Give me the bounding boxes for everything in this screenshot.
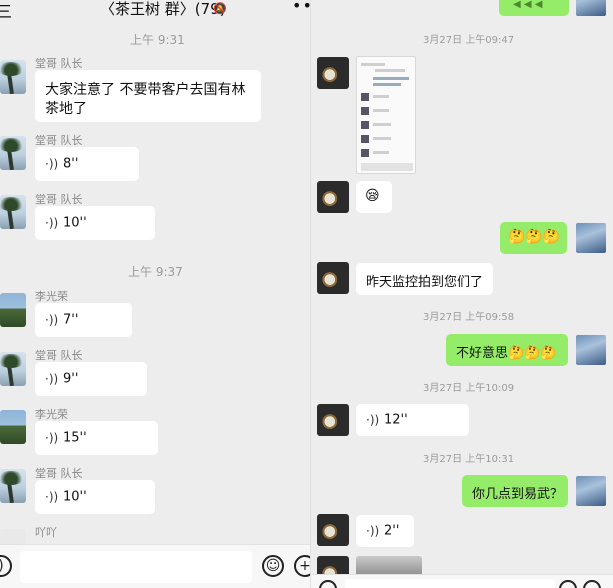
my-avatar[interactable]	[576, 335, 606, 365]
timestamp: 3月27日 上午10:09	[423, 383, 515, 394]
timestamp: 上午 9:37	[128, 265, 183, 279]
avatar[interactable]	[0, 529, 26, 545]
voice-message-bubble[interactable]: ·)) 7''	[35, 303, 132, 337]
voice-duration: 8''	[63, 156, 79, 172]
message-input[interactable]	[345, 579, 555, 588]
avatar[interactable]	[317, 181, 349, 213]
sender-name: 李光荣	[35, 408, 68, 421]
outgoing-message-bubble[interactable]: 不好意思🤔🤔🤔	[446, 334, 568, 366]
avatar[interactable]	[317, 57, 349, 89]
voice-wave-icon: ·))	[45, 157, 59, 171]
voice-message-bubble[interactable]: ·)) 12''	[356, 404, 469, 436]
message-emoji: 😪	[365, 188, 380, 204]
avatar[interactable]	[0, 195, 26, 229]
avatar[interactable]	[317, 404, 349, 436]
voice-duration: 10''	[63, 215, 87, 231]
image-message[interactable]	[356, 556, 422, 576]
timestamp: 上午 9:31	[130, 33, 185, 47]
voice-toggle-icon[interactable]: )	[0, 555, 12, 577]
my-avatar[interactable]	[576, 476, 606, 506]
text-message-bubble[interactable]: 大家注意了 不要带客户去国有林 茶地了	[35, 70, 261, 122]
sender-name: 堂哥 队长	[35, 57, 83, 70]
right-chat-pane: ◀ ◀ ◀ 3月27日 上午09:47 😪 🤔🤔🤔 昨天监控拍到您们了 3月27…	[310, 0, 613, 588]
voice-duration: 10''	[63, 489, 87, 505]
voice-duration: 15''	[63, 430, 87, 446]
voice-wave-icon: ·))	[45, 490, 59, 504]
voice-message-bubble[interactable]: ·)) 10''	[35, 480, 155, 514]
timestamp: 3月27日 上午09:47	[423, 35, 515, 46]
sender-name: 堂哥 队长	[35, 467, 83, 480]
input-bar: ) ☺ +	[0, 544, 310, 588]
voice-toggle-icon[interactable]	[319, 580, 337, 588]
image-message[interactable]	[356, 56, 416, 174]
message-text: 昨天监控拍到您们了	[366, 275, 484, 290]
outgoing-message-bubble[interactable]: 🤔🤔🤔	[500, 222, 567, 254]
timestamp: 3月27日 上午10:31	[423, 454, 515, 465]
more-options-icon[interactable]: ••	[292, 0, 310, 15]
voice-wave-icon: ·))	[45, 216, 59, 230]
timestamp: 3月27日 上午09:58	[423, 312, 515, 323]
voice-wave-icon: ·))	[366, 413, 380, 427]
emoji-icon[interactable]	[559, 580, 577, 588]
my-avatar[interactable]	[576, 223, 606, 253]
message-text: 不好意思🤔🤔🤔	[456, 346, 557, 361]
text-message-bubble[interactable]: 昨天监控拍到您们了	[356, 263, 493, 295]
chat-header: 三 〈茶王树 群〉(79) 🔕 ••	[0, 0, 310, 21]
message-input[interactable]	[20, 551, 252, 583]
outgoing-message-bubble[interactable]: 你几点到易武？	[462, 475, 568, 507]
voice-message-bubble[interactable]: ·)) 9''	[35, 362, 147, 396]
voice-duration: 2''	[384, 523, 400, 539]
voice-duration: 7''	[63, 312, 79, 328]
sender-name: 堂哥 队长	[35, 349, 83, 362]
chat-title: 〈茶王树 群〉(79)	[100, 0, 226, 18]
message-text: 大家注意了 不要带客户去国有林	[45, 82, 246, 98]
message-text: ◀ ◀ ◀	[513, 0, 543, 10]
voice-duration: 9''	[63, 371, 79, 387]
avatar[interactable]	[0, 410, 26, 444]
sender-name: 李光荣	[35, 290, 68, 303]
avatar[interactable]	[317, 514, 349, 546]
voice-message-bubble[interactable]: ·)) 15''	[35, 421, 158, 455]
sender-name: 堂哥 队长	[35, 193, 83, 206]
voice-wave-icon: ·))	[45, 372, 59, 386]
avatar[interactable]	[0, 293, 26, 327]
plus-icon[interactable]: +	[294, 555, 310, 577]
message-emoji: 🤔🤔🤔	[508, 229, 561, 245]
left-chat-pane: 三 〈茶王树 群〉(79) 🔕 •• 上午 9:31 堂哥 队长 大家注意了 不…	[0, 0, 310, 588]
plus-icon[interactable]	[583, 580, 601, 588]
message-text: 你几点到易武？	[472, 487, 564, 502]
voice-wave-icon: ·))	[45, 313, 59, 327]
voice-duration: 12''	[384, 412, 408, 428]
avatar[interactable]	[0, 60, 26, 94]
voice-wave-icon: ·))	[45, 431, 59, 445]
avatar[interactable]	[0, 136, 26, 170]
voice-message-bubble[interactable]: ·)) 8''	[35, 147, 139, 181]
avatar[interactable]	[0, 352, 26, 386]
my-avatar[interactable]	[576, 0, 606, 16]
mute-bell-icon: 🔕	[213, 2, 227, 15]
menu-icon[interactable]: 三	[0, 0, 12, 22]
sender-name: 吖吖	[35, 526, 57, 539]
voice-message-bubble[interactable]: ·)) 10''	[35, 206, 155, 240]
voice-wave-icon: ·))	[366, 524, 380, 538]
avatar[interactable]	[317, 262, 349, 294]
emoji-message-bubble[interactable]: 😪	[356, 181, 392, 213]
outgoing-message-bubble[interactable]: ◀ ◀ ◀	[499, 0, 569, 16]
emoji-icon[interactable]: ☺	[262, 555, 284, 577]
voice-message-bubble[interactable]: ·)) 2''	[356, 515, 414, 547]
message-text: 茶地了	[45, 101, 87, 117]
avatar[interactable]	[0, 469, 26, 503]
sender-name: 堂哥 队长	[35, 134, 83, 147]
input-bar	[311, 574, 613, 588]
